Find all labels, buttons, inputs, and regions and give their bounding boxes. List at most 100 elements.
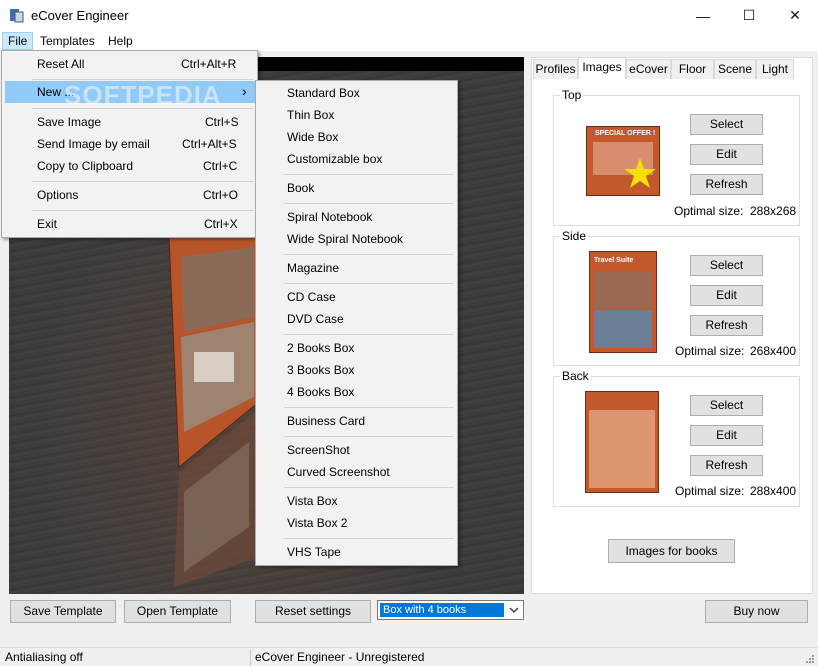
menu-separator — [284, 436, 454, 437]
tab-floor[interactable]: Floor — [671, 59, 714, 79]
menu-send-email-shortcut: Ctrl+Alt+S — [182, 137, 237, 151]
buy-now-button[interactable]: Buy now — [705, 600, 808, 623]
side-optimal-label: Optimal size: — [675, 344, 745, 358]
back-optimal-value: 288x400 — [750, 484, 797, 498]
submenu-item[interactable]: Wide Spiral Notebook — [287, 232, 403, 246]
submenu-item[interactable]: Spiral Notebook — [287, 210, 372, 224]
submenu-item[interactable]: 3 Books Box — [287, 363, 354, 377]
maximize-icon: ☐ — [742, 7, 756, 23]
side-select-button[interactable]: Select — [690, 255, 763, 276]
open-template-button[interactable]: Open Template — [124, 600, 231, 623]
close-icon: ✕ — [789, 7, 801, 23]
tab-profiles[interactable]: Profiles — [533, 59, 578, 79]
back-thumb-panel — [589, 410, 655, 488]
menu-bar: File Templates Help — [0, 31, 818, 51]
book-box-render — [168, 227, 260, 587]
status-antialiasing: Antialiasing off — [5, 650, 83, 664]
chevron-down-icon — [509, 607, 519, 613]
submenu-item[interactable]: ScreenShot — [287, 443, 350, 457]
menu-separator — [284, 283, 454, 284]
submenu-item[interactable]: DVD Case — [287, 312, 344, 326]
top-image-thumb[interactable]: SPECIAL OFFER ! — [586, 126, 660, 196]
top-optimal-label: Optimal size: — [674, 204, 744, 218]
side-edit-button[interactable]: Edit — [690, 285, 763, 306]
menu-save-image[interactable]: Save Image — [37, 115, 101, 129]
back-edit-button[interactable]: Edit — [690, 425, 763, 446]
submenu-item[interactable]: 4 Books Box — [287, 385, 354, 399]
top-refresh-button[interactable]: Refresh — [690, 174, 763, 195]
submenu-item[interactable]: Customizable box — [287, 152, 382, 166]
submenu-item[interactable]: Vista Box 2 — [287, 516, 347, 530]
side-thumb-photo-1 — [594, 272, 652, 307]
menu-separator — [32, 108, 254, 109]
save-template-button[interactable]: Save Template — [10, 600, 116, 623]
submenu-item[interactable]: Wide Box — [287, 130, 338, 144]
combo-selection: Box with 4 books — [380, 603, 504, 617]
menu-options[interactable]: Options — [37, 188, 78, 202]
menu-separator — [284, 203, 454, 204]
softpedia-watermark: SOFTPEDIA — [64, 80, 222, 110]
title-bar: eCover Engineer — ☐ ✕ — [0, 0, 818, 31]
box-type-select[interactable]: Box with 4 books — [377, 600, 524, 620]
menu-reset-all-shortcut: Ctrl+Alt+R — [181, 57, 237, 71]
menu-separator — [32, 181, 254, 182]
menu-separator — [284, 174, 454, 175]
submenu-item[interactable]: Thin Box — [287, 108, 334, 122]
images-for-books-button[interactable]: Images for books — [608, 539, 735, 563]
back-refresh-button[interactable]: Refresh — [690, 455, 763, 476]
file-menu: Reset All Ctrl+Alt+R New ... › SOFTPEDIA… — [1, 50, 258, 238]
combo-value: Box with 4 books — [383, 604, 467, 616]
side-image-thumb[interactable]: Travel Suite — [589, 251, 657, 353]
menu-copy-clipboard[interactable]: Copy to Clipboard — [37, 159, 133, 173]
menu-copy-clipboard-shortcut: Ctrl+C — [203, 159, 238, 173]
back-optimal-label: Optimal size: — [675, 484, 745, 498]
minimize-button[interactable]: — — [680, 0, 726, 31]
submenu-item[interactable]: Business Card — [287, 414, 365, 428]
group-side-label: Side — [560, 229, 589, 243]
menu-options-shortcut: Ctrl+O — [203, 188, 239, 202]
submenu-item[interactable]: 2 Books Box — [287, 341, 354, 355]
status-bar: Antialiasing off eCover Engineer - Unreg… — [0, 647, 818, 666]
status-divider — [250, 649, 251, 666]
menu-separator — [284, 254, 454, 255]
submenu-item[interactable]: Standard Box — [287, 86, 360, 100]
submenu-item[interactable]: VHS Tape — [287, 545, 341, 559]
submenu-item[interactable]: Vista Box — [287, 494, 337, 508]
side-refresh-button[interactable]: Refresh — [690, 315, 763, 336]
side-thumb-text: Travel Suite — [594, 257, 634, 264]
menu-file[interactable]: File — [2, 32, 34, 50]
top-thumb-text: SPECIAL OFFER ! — [595, 130, 656, 137]
menu-exit-shortcut: Ctrl+X — [204, 217, 238, 231]
maximize-button[interactable]: ☐ — [726, 0, 772, 31]
submenu-arrow-icon: › — [242, 83, 247, 99]
menu-exit[interactable]: Exit — [37, 217, 57, 231]
group-back-label: Back — [560, 369, 591, 383]
menu-send-email[interactable]: Send Image by email — [37, 137, 150, 151]
status-registration: eCover Engineer - Unregistered — [255, 650, 425, 664]
side-thumb-photo-2 — [594, 310, 652, 348]
top-optimal-value: 288x268 — [750, 204, 797, 218]
close-button[interactable]: ✕ — [772, 0, 818, 31]
tab-images[interactable]: Images — [578, 57, 626, 79]
resize-grip-icon[interactable] — [803, 654, 815, 666]
menu-help[interactable]: Help — [103, 32, 138, 50]
top-select-button[interactable]: Select — [690, 114, 763, 135]
star-icon — [624, 158, 656, 188]
minimize-icon: — — [696, 7, 710, 24]
submenu-item[interactable]: Magazine — [287, 261, 339, 275]
top-edit-button[interactable]: Edit — [690, 144, 763, 165]
back-image-thumb[interactable] — [585, 391, 659, 493]
menu-separator — [284, 407, 454, 408]
menu-separator — [284, 487, 454, 488]
back-select-button[interactable]: Select — [690, 395, 763, 416]
menu-reset-all[interactable]: Reset All — [37, 57, 84, 71]
side-optimal-value: 268x400 — [750, 344, 797, 358]
submenu-item[interactable]: Curved Screenshot — [287, 465, 390, 479]
reset-settings-button[interactable]: Reset settings — [255, 600, 371, 623]
tab-scene[interactable]: Scene — [714, 59, 756, 79]
tab-ecover[interactable]: eCover — [626, 59, 671, 79]
menu-templates[interactable]: Templates — [35, 32, 100, 50]
tab-light[interactable]: Light — [756, 59, 794, 79]
submenu-item[interactable]: CD Case — [287, 290, 336, 304]
submenu-item[interactable]: Book — [287, 181, 314, 195]
